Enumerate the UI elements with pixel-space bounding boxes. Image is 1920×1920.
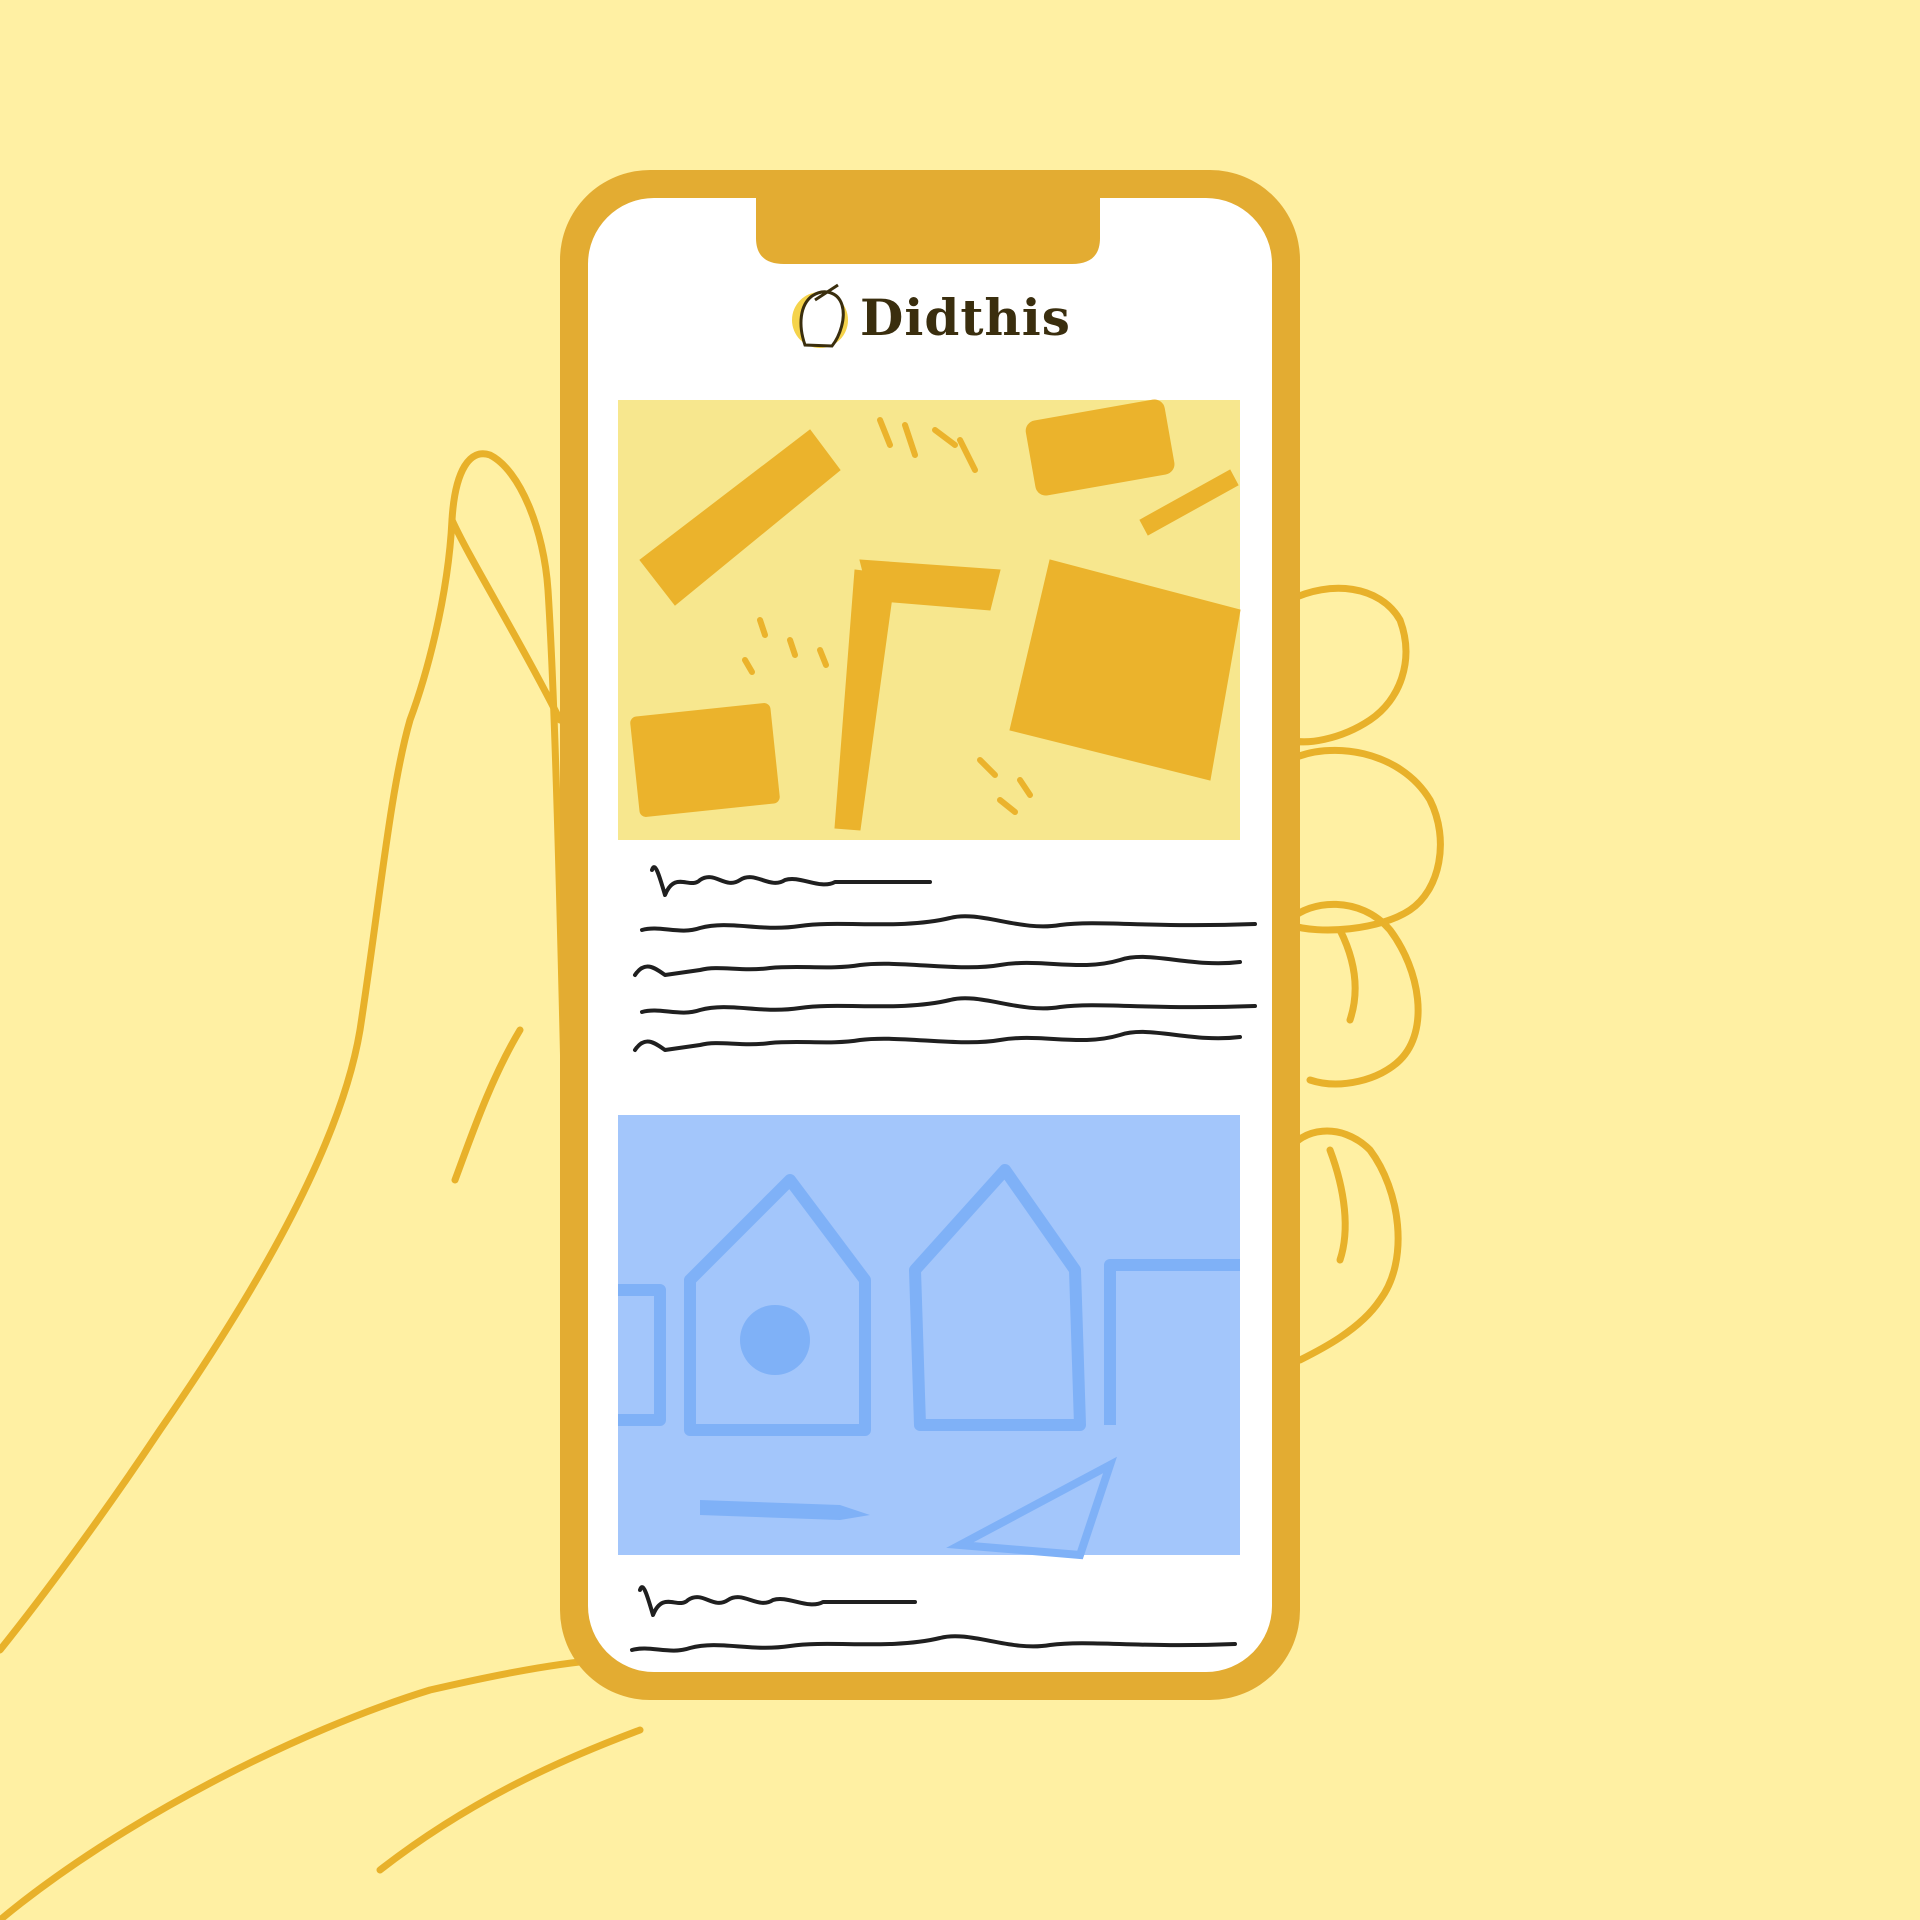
phone-notch (756, 196, 1100, 264)
card-image-houses (618, 1115, 1240, 1560)
app-title: Didthis (860, 288, 1071, 347)
card-image-tools (618, 399, 1241, 840)
